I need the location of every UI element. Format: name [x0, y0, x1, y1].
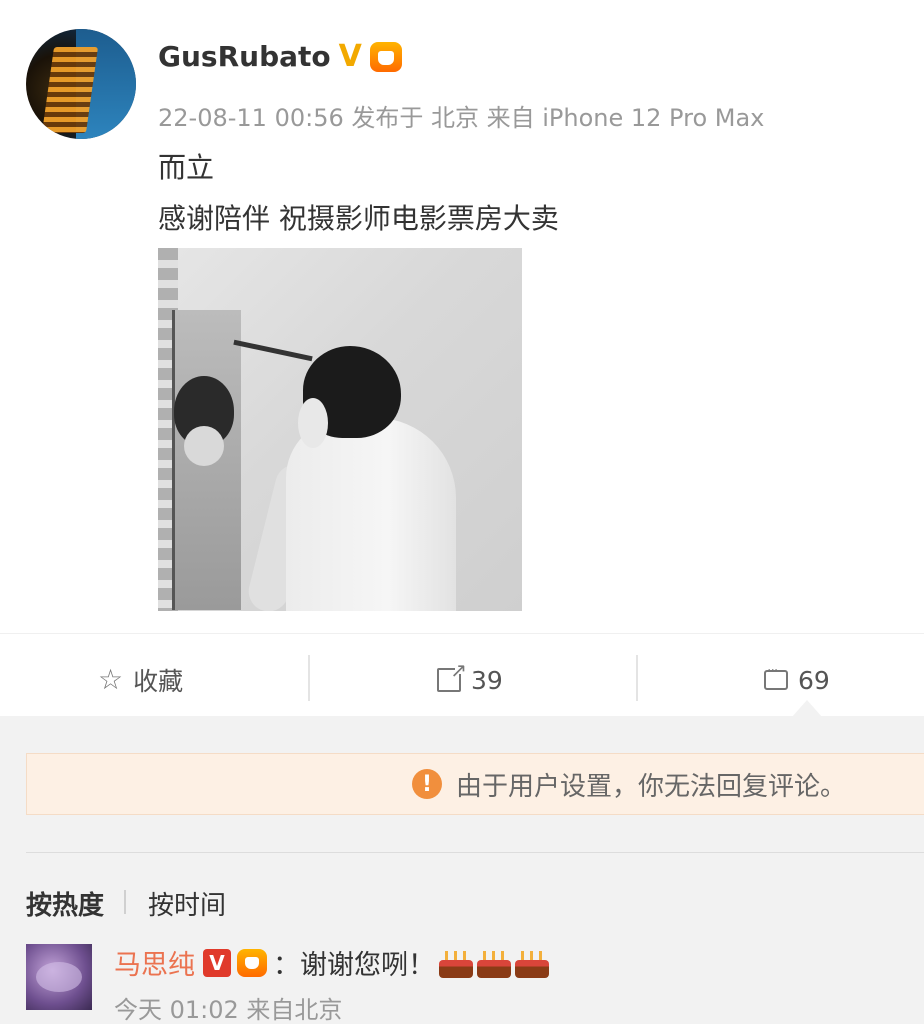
- cake-icon: [515, 948, 549, 978]
- author-name[interactable]: GusRubato: [158, 40, 331, 73]
- commenter-name[interactable]: 马思纯: [114, 943, 195, 982]
- sort-by-hot-tab[interactable]: 按热度: [26, 885, 104, 922]
- vip-icon: [369, 41, 402, 72]
- action-divider: [308, 655, 310, 701]
- author-name-row: GusRubato V: [158, 40, 402, 73]
- sort-by-time-tab[interactable]: 按时间: [148, 885, 226, 922]
- post-photo[interactable]: [158, 248, 522, 611]
- comment-pointer: [792, 700, 822, 717]
- photo-rod: [233, 339, 313, 362]
- warning-icon: !: [411, 769, 442, 799]
- vip-icon: [237, 948, 267, 977]
- share-count: 39: [471, 665, 503, 695]
- favorite-label: 收藏: [133, 667, 184, 696]
- action-divider: [636, 655, 638, 701]
- cake-icon: [439, 948, 473, 978]
- photo-mirror-foam: [184, 426, 224, 466]
- reply-disabled-notice: ! 由于用户设置，你无法回复评论。: [26, 753, 924, 815]
- verified-icon: V: [203, 948, 231, 977]
- star-icon: ☆: [98, 663, 124, 696]
- post-text-line1: 而立: [158, 151, 215, 184]
- share-button[interactable]: 39: [437, 658, 503, 700]
- photo-face: [298, 398, 328, 448]
- commenter-avatar[interactable]: [26, 944, 92, 1010]
- post-meta: 22-08-11 00:56 发布于 北京 来自 iPhone 12 Pro M…: [158, 104, 765, 132]
- divider: [0, 633, 924, 634]
- post-text-line2: 感谢陪伴 祝摄影师电影票房大卖: [158, 202, 559, 235]
- comment-time: 今天 01:02 来自北京: [114, 996, 343, 1024]
- comment-text: ：谢谢您咧！: [273, 950, 435, 981]
- sort-divider: [124, 890, 126, 914]
- divider: [26, 852, 924, 853]
- verified-icon: V: [338, 38, 362, 74]
- share-icon: [437, 658, 467, 692]
- cake-icon: [477, 948, 511, 978]
- favorite-button[interactable]: ☆ 收藏: [98, 660, 183, 700]
- comment-count: 69: [798, 665, 830, 695]
- comment-icon: [764, 663, 788, 690]
- notice-text: 由于用户设置，你无法回复评论。: [455, 771, 846, 802]
- comment-button[interactable]: 69: [764, 660, 830, 700]
- author-avatar[interactable]: [26, 29, 136, 139]
- comment-line: 马思纯 V ：谢谢您咧！: [114, 943, 549, 982]
